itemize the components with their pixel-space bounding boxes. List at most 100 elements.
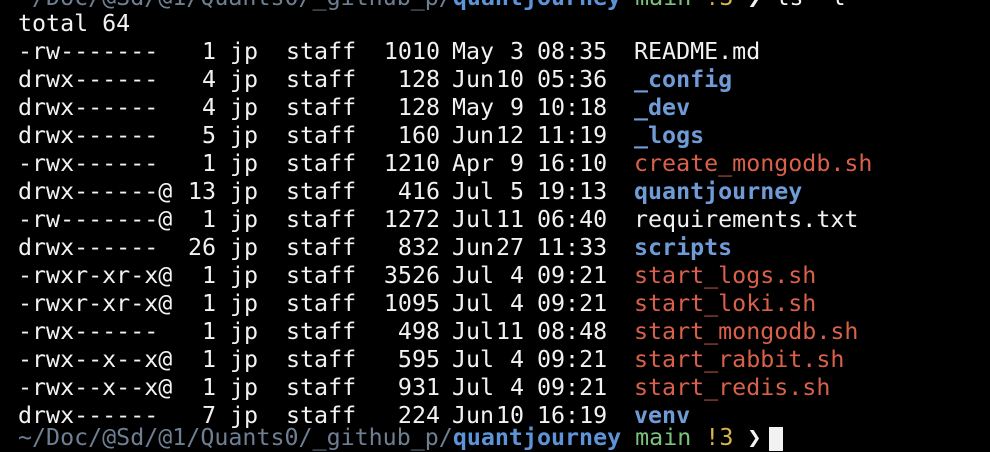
listing-month: Jul bbox=[452, 318, 495, 345]
listing-day: 4 bbox=[509, 374, 524, 401]
listing-links: 1 bbox=[201, 150, 216, 177]
listing-links: 1 bbox=[201, 206, 216, 233]
listing-size: 3526 bbox=[383, 262, 440, 289]
terminal-cursor[interactable] bbox=[769, 426, 784, 451]
prompt-branch: main bbox=[635, 0, 691, 11]
prompt-repo: quantjourney bbox=[453, 0, 621, 11]
listing-row: -rw-------@ 1 jp staff 1272 Jul 11 06:40 require… bbox=[0, 206, 990, 234]
listing-month: Jul bbox=[452, 346, 495, 373]
listing-row: drwx------ 4 jp staff 128 Jun 10 05:36 _config bbox=[0, 66, 990, 94]
listing-perms: -rwxr-xr-x@ bbox=[18, 290, 173, 317]
listing-links: 1 bbox=[201, 318, 216, 345]
listing-time: 09:21 bbox=[537, 290, 608, 317]
listing-owner: jp bbox=[230, 346, 259, 373]
listing-size: 1095 bbox=[383, 290, 440, 317]
listing-owner: jp bbox=[230, 206, 259, 233]
listing-size: 1272 bbox=[383, 206, 440, 233]
listing-group: staff bbox=[286, 374, 357, 401]
listing-group: staff bbox=[286, 262, 357, 289]
listing-name[interactable]: _logs bbox=[634, 122, 704, 150]
listing-size: 595 bbox=[397, 346, 440, 373]
listing-group: staff bbox=[286, 178, 357, 205]
listing-day: 4 bbox=[509, 290, 524, 317]
listing-time: 16:10 bbox=[537, 150, 608, 177]
listing-time: 08:48 bbox=[537, 318, 608, 345]
listing-time: 09:21 bbox=[537, 262, 608, 289]
listing-time: 19:13 bbox=[537, 178, 608, 205]
listing-size: 128 bbox=[397, 94, 440, 121]
listing-month: Jun bbox=[452, 122, 495, 149]
listing-month: May bbox=[452, 38, 495, 65]
listing-links: 4 bbox=[201, 66, 216, 93]
listing-time: 11:33 bbox=[537, 234, 608, 261]
listing-name[interactable]: start_rabbit.sh bbox=[634, 346, 844, 374]
listing-name[interactable]: start_redis.sh bbox=[634, 374, 830, 402]
listing-size: 128 bbox=[397, 66, 440, 93]
listing-size: 498 bbox=[397, 318, 440, 345]
listing-owner: jp bbox=[230, 150, 259, 177]
listing-row: -rwx------ 1 jp staff 1210 Apr 9 16:10 create_mo… bbox=[0, 150, 990, 178]
listing-name[interactable]: README.md bbox=[634, 38, 760, 66]
listing-total: total 64 bbox=[18, 10, 131, 37]
prompt-repo: quantjourney bbox=[452, 424, 622, 451]
listing-group: staff bbox=[286, 66, 357, 93]
listing-name[interactable]: _dev bbox=[634, 94, 690, 122]
listing-month: May bbox=[452, 94, 495, 121]
listing-day: 9 bbox=[509, 150, 524, 177]
prompt-line-bottom[interactable]: ~/Doc/@Sd/@1/Quants0/_github_p/quantjour… bbox=[18, 424, 784, 452]
listing-day: 9 bbox=[509, 94, 524, 121]
listing-time: 06:40 bbox=[537, 206, 608, 233]
prompt-status: !3 bbox=[705, 424, 734, 451]
listing-owner: jp bbox=[230, 318, 259, 345]
listing-owner: jp bbox=[230, 38, 259, 65]
listing-name[interactable]: _config bbox=[634, 66, 732, 94]
listing-time: 05:36 bbox=[537, 66, 608, 93]
listing-links: 1 bbox=[201, 374, 216, 401]
listing-name[interactable]: start_logs.sh bbox=[634, 262, 816, 290]
listing-group: staff bbox=[286, 38, 357, 65]
listing-month: Jul bbox=[452, 290, 495, 317]
listing-time: 11:19 bbox=[537, 122, 608, 149]
listing-size: 1010 bbox=[383, 38, 440, 65]
listing-name[interactable]: start_loki.sh bbox=[634, 290, 816, 318]
listing-name[interactable]: start_mongodb.sh bbox=[634, 318, 858, 346]
listing-owner: jp bbox=[230, 178, 259, 205]
listing-perms: -rwx------ bbox=[18, 150, 159, 177]
prompt-arrow-icon: ❯ bbox=[747, 0, 761, 11]
listing-owner: jp bbox=[230, 66, 259, 93]
listing-links: 1 bbox=[201, 38, 216, 65]
listing-row: -rwxr-xr-x@ 1 jp staff 1095 Jul 4 09:21 start_lo… bbox=[0, 290, 990, 318]
listing-owner: jp bbox=[230, 262, 259, 289]
listing-month: Apr bbox=[452, 150, 495, 177]
listing-time: 08:35 bbox=[537, 38, 608, 65]
listing-size: 832 bbox=[397, 234, 440, 261]
prompt-arrow-icon: ❯ bbox=[747, 424, 762, 451]
listing-group: staff bbox=[286, 122, 357, 149]
listing-group: staff bbox=[286, 318, 357, 345]
listing-day: 27 bbox=[495, 234, 524, 261]
listing-row: drwx------ 4 jp staff 128 May 9 10:18 _dev bbox=[0, 94, 990, 122]
listing-day: 5 bbox=[509, 178, 524, 205]
listing-month: Jul bbox=[452, 262, 495, 289]
listing-owner: jp bbox=[230, 290, 259, 317]
listing-month: Jul bbox=[452, 374, 495, 401]
listing-row: drwx------@ 13 jp staff 416 Jul 5 19:13 quantjou… bbox=[0, 178, 990, 206]
listing-group: staff bbox=[286, 234, 357, 261]
listing-perms: -rwxr-xr-x@ bbox=[18, 262, 173, 289]
listing-size: 931 bbox=[397, 374, 440, 401]
listing-name[interactable]: quantjourney bbox=[634, 178, 802, 206]
listing-name[interactable]: requirements.txt bbox=[634, 206, 858, 234]
listing-row: drwx------ 26 jp staff 832 Jun 27 11:33 scripts bbox=[0, 234, 990, 262]
listing-day: 10 bbox=[495, 66, 524, 93]
listing-time: 09:21 bbox=[537, 374, 608, 401]
listing-month: Jul bbox=[452, 206, 495, 233]
listing-month: Jun bbox=[452, 234, 495, 261]
prompt-path: ~/Doc/@Sd/@1/Quants0/_github_p/ bbox=[18, 424, 453, 451]
listing-links: 1 bbox=[201, 262, 216, 289]
listing-name[interactable]: scripts bbox=[634, 234, 732, 262]
listing-time: 09:21 bbox=[537, 346, 608, 373]
listing-name[interactable]: create_mongodb.sh bbox=[634, 150, 872, 178]
listing-perms: -rwx------ bbox=[18, 318, 159, 345]
listing-day: 11 bbox=[495, 206, 524, 233]
listing-perms: -rwx--x--x@ bbox=[18, 346, 173, 373]
